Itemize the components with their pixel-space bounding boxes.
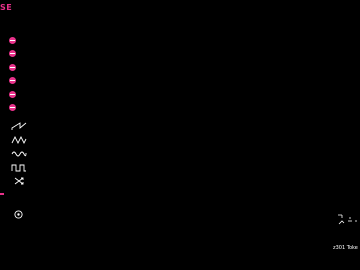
square-wave-button[interactable]	[11, 163, 27, 173]
triangle-wave-icon	[11, 135, 27, 145]
sawtooth-wave-icon	[11, 122, 27, 130]
app-window: SE z301 Toke	[0, 0, 360, 270]
pad-button-3[interactable]	[9, 64, 16, 71]
mini-waveform-display	[336, 211, 358, 227]
pad-button-5[interactable]	[9, 91, 16, 98]
active-indicator	[0, 193, 4, 195]
settings-icon	[14, 210, 23, 219]
sine-wave-icon	[11, 151, 27, 157]
shuffle-icon	[14, 177, 24, 185]
status-text: z301 Toke	[333, 245, 358, 251]
pad-button-1[interactable]	[9, 37, 16, 44]
square-wave-icon	[11, 164, 26, 172]
app-logo: SE	[0, 3, 13, 12]
pad-button-6[interactable]	[9, 104, 16, 111]
triangle-wave-button[interactable]	[11, 135, 27, 145]
waveform-glyph-icon	[338, 214, 357, 225]
settings-button[interactable]	[14, 204, 23, 219]
pad-button-2[interactable]	[9, 50, 16, 57]
sawtooth-wave-button[interactable]	[11, 121, 27, 131]
sine-wave-button[interactable]	[11, 149, 27, 159]
random-wave-button[interactable]	[11, 176, 27, 186]
pad-button-4[interactable]	[9, 77, 16, 84]
